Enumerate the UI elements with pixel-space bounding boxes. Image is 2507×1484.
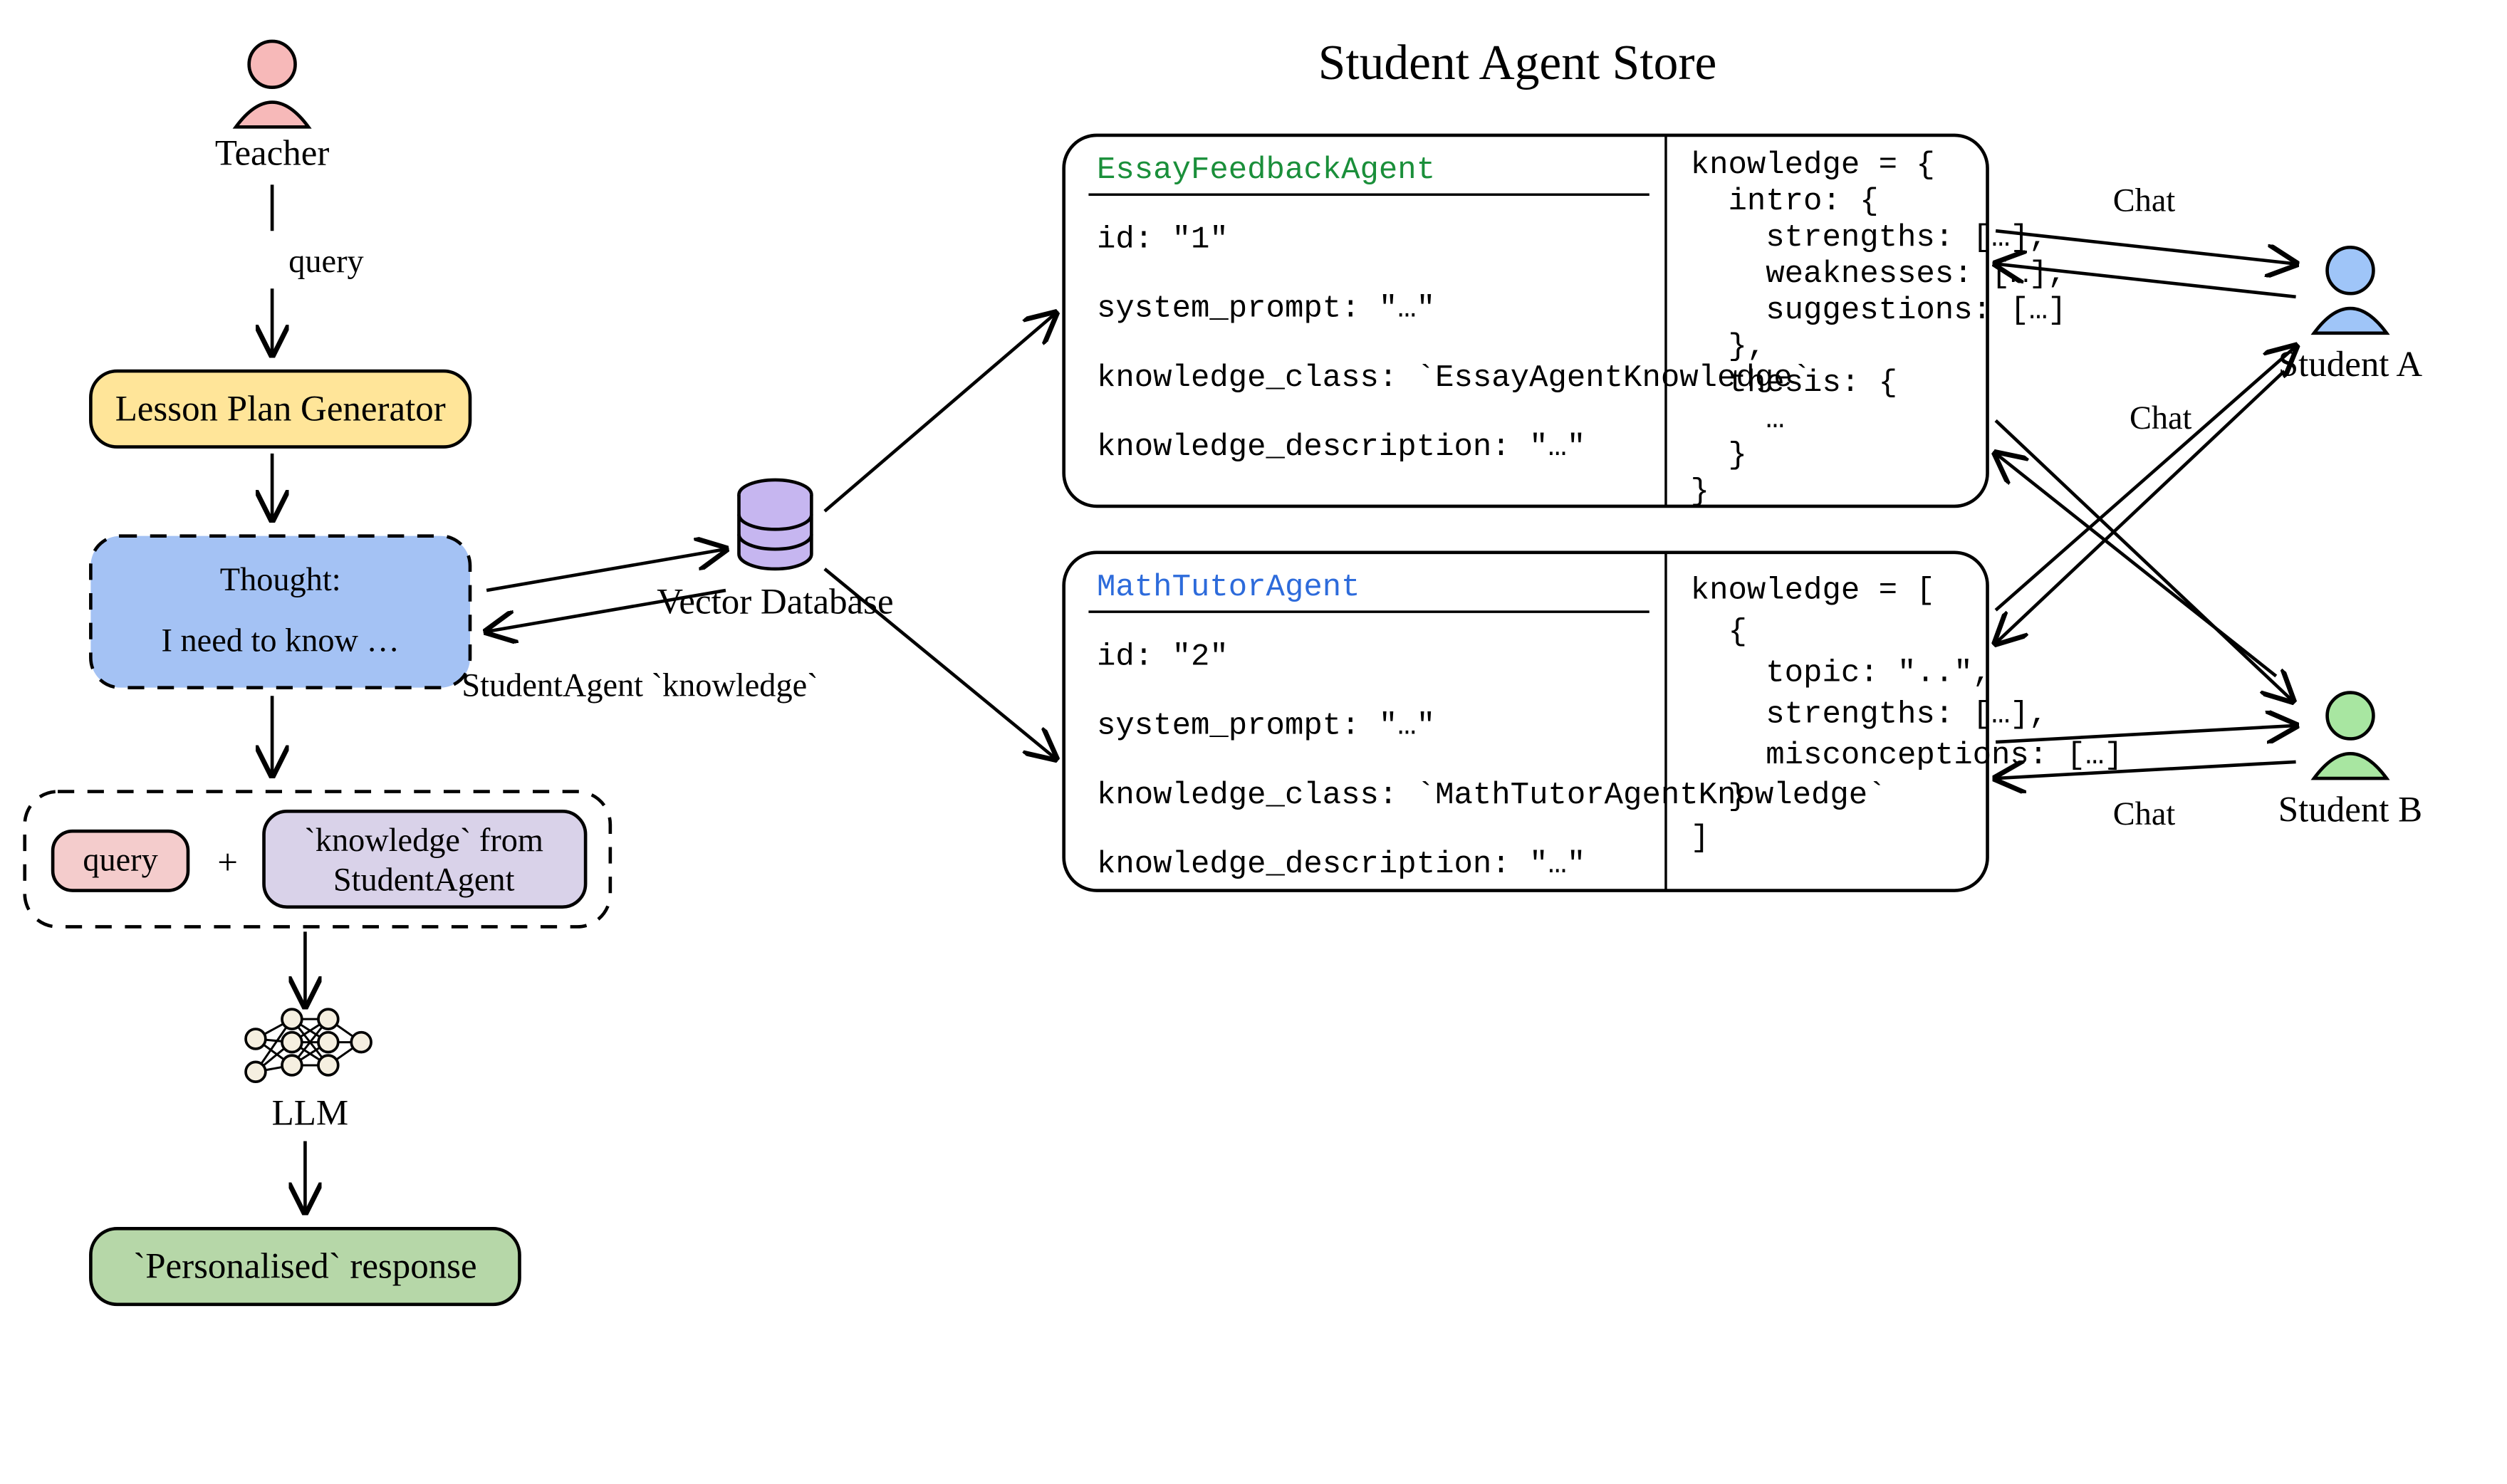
essay-agent-card: EssayFeedbackAgent id: "1" system_prompt… (1064, 135, 2067, 510)
student-a-icon (2314, 247, 2387, 333)
essay-id: id: "1" (1097, 221, 1229, 257)
essay-k-0: knowledge = { (1691, 147, 1935, 183)
math-k-3: strengths: […], (1691, 696, 2048, 732)
knowledge-pill-line2: StudentAgent (333, 862, 515, 899)
math-agent-name: MathTutorAgent (1097, 570, 1360, 605)
chat-label-essay-b: Chat (2130, 400, 2192, 437)
query-pill-label: query (83, 842, 157, 879)
chat-label-essay-a: Chat (2113, 182, 2176, 219)
essay-k-8: } (1691, 438, 1747, 474)
vector-db-label: Vector Database (657, 582, 893, 622)
essay-k-1: intro: { (1691, 184, 1879, 219)
student-b-icon (2314, 693, 2387, 778)
edge-essay-to-studentB (1996, 421, 2293, 701)
chat-label-math-b: Chat (2113, 796, 2176, 832)
student-a-label: Student A (2278, 345, 2423, 385)
essay-k-4: suggestions: […] (1691, 293, 2067, 328)
lesson-plan-label: Lesson Plan Generator (115, 390, 446, 429)
math-k-0: knowledge = [ (1691, 573, 1935, 609)
edge-studentagent-knowledge-label: StudentAgent `knowledge` (462, 667, 818, 704)
thought-title: Thought: (220, 562, 341, 598)
student-b-label: Student B (2278, 790, 2422, 830)
essay-system-prompt: system_prompt: "…" (1097, 291, 1435, 327)
edge-db-to-math (825, 569, 1056, 758)
database-icon (739, 480, 811, 569)
math-knowledge-desc: knowledge_description: "…" (1097, 847, 1585, 882)
essay-knowledge-desc: knowledge_description: "…" (1097, 429, 1585, 465)
teacher-icon (236, 41, 308, 127)
diagram-title: Student Agent Store (1318, 36, 1717, 90)
edge-db-to-essay (825, 313, 1056, 511)
thought-body: I need to know … (162, 623, 400, 659)
teacher-label: Teacher (215, 134, 329, 174)
edge-query-label: query (288, 244, 363, 280)
essay-k-7: … (1691, 402, 1785, 437)
llm-label: LLM (272, 1093, 349, 1133)
plus-label: + (217, 842, 238, 882)
essay-k-9: } (1691, 474, 1709, 510)
math-k-4: misconceptions: […] (1691, 738, 2123, 773)
math-k-1: { (1691, 615, 1747, 650)
math-k-2: topic: "..", (1691, 655, 1991, 691)
math-k-6: ] (1691, 820, 1709, 856)
essay-agent-name: EssayFeedbackAgent (1097, 152, 1435, 188)
knowledge-pill-line1: `knowledge` from (304, 822, 543, 859)
math-system-prompt: system_prompt: "…" (1097, 709, 1435, 744)
thought-box (90, 536, 470, 688)
response-label: `Personalised` response (133, 1247, 476, 1287)
essay-k-6: thesis: { (1691, 365, 1897, 401)
llm-icon (246, 1009, 371, 1082)
math-id: id: "2" (1097, 639, 1229, 674)
essay-k-5: }, (1691, 329, 1766, 365)
math-agent-card: MathTutorAgent id: "2" system_prompt: "…… (1064, 553, 2123, 891)
math-k-5: } (1691, 779, 1747, 815)
essay-k-3: weaknesses: […], (1691, 256, 2067, 292)
essay-k-2: strengths: […], (1691, 220, 2048, 256)
math-knowledge-class: knowledge_class: `MathTutorAgentKnowledg… (1097, 778, 1887, 813)
